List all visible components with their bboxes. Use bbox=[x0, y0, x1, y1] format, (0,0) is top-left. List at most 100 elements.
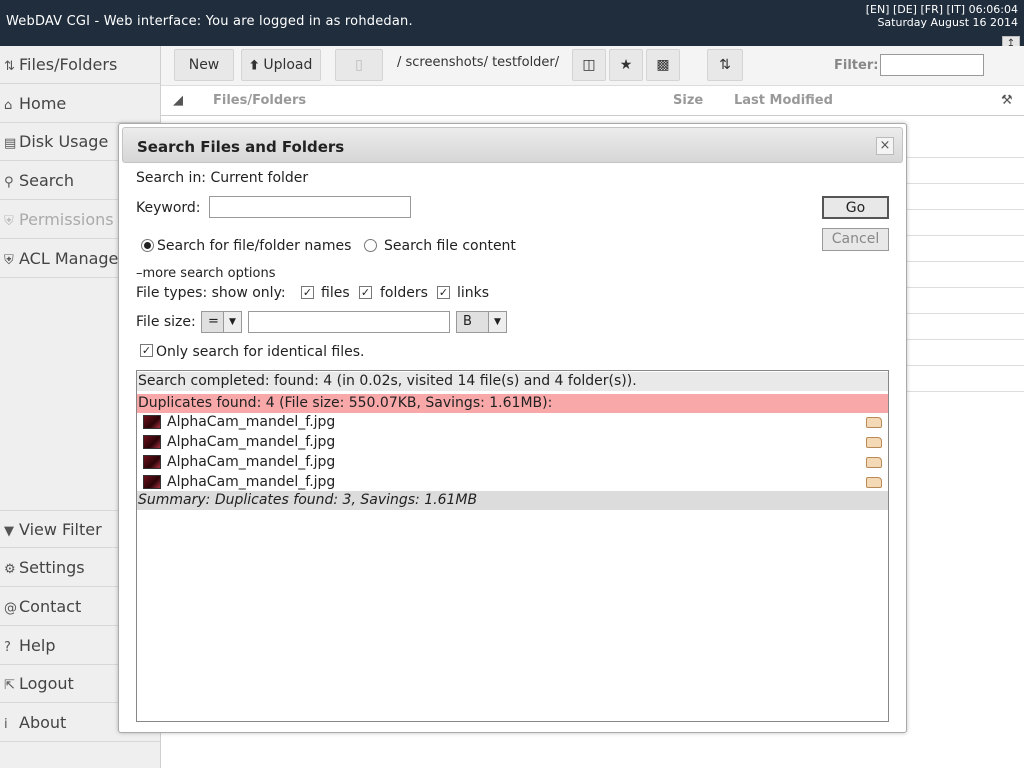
file-size-input[interactable] bbox=[248, 311, 450, 333]
search-in-label: Search in: Current folder bbox=[136, 170, 309, 186]
sidebar-item-label: Search bbox=[19, 171, 74, 190]
question-icon: ? bbox=[4, 640, 11, 655]
sidebar-item-label: Permissions bbox=[19, 210, 114, 229]
table-row-divider bbox=[906, 313, 1024, 314]
table-row-divider bbox=[906, 235, 1024, 236]
wrench-icon[interactable]: ⚒ bbox=[1001, 93, 1013, 108]
upload-button[interactable]: 🠭 Upload bbox=[241, 49, 321, 81]
sidebar-item-label: ACL Manager bbox=[19, 249, 125, 268]
sidebar-item-files-folders[interactable]: ⇅ Files/Folders bbox=[0, 46, 160, 84]
list-item[interactable]: AlphaCam_mandel_f.jpg bbox=[137, 453, 888, 472]
column-last-modified[interactable]: Last Modified bbox=[734, 93, 833, 108]
go-button[interactable]: Go bbox=[822, 196, 889, 219]
file-types-label: File types: show only: bbox=[136, 285, 286, 301]
file-name-link[interactable]: AlphaCam_mandel_f.jpg bbox=[167, 473, 335, 492]
info-icon: i bbox=[4, 717, 8, 732]
dialog-title: Search Files and Folders bbox=[137, 138, 345, 156]
column-size[interactable]: Size bbox=[673, 93, 703, 108]
table-row-divider bbox=[906, 209, 1024, 210]
star-icon: ★ bbox=[619, 57, 633, 73]
sidebar-item-label: View Filter bbox=[19, 520, 102, 539]
search-names-label[interactable]: Search for file/folder names bbox=[157, 238, 351, 254]
size-operator-select[interactable]: = ▼ bbox=[201, 311, 242, 333]
search-names-radio[interactable] bbox=[141, 239, 154, 252]
disk-usage-icon: ▤ bbox=[4, 136, 17, 151]
favorites-button[interactable]: ★ bbox=[609, 49, 643, 81]
folder-icon[interactable] bbox=[866, 417, 882, 428]
list-item[interactable]: AlphaCam_mandel_f.jpg bbox=[137, 473, 888, 492]
files-checkbox[interactable]: ✓ bbox=[301, 286, 314, 299]
bookmark-star-icon: ▩ bbox=[656, 57, 670, 73]
search-dialog: Search Files and Folders × Search in: Cu… bbox=[118, 123, 907, 733]
image-thumbnail bbox=[143, 435, 161, 449]
file-name-link[interactable]: AlphaCam_mandel_f.jpg bbox=[167, 433, 335, 452]
search-content-label[interactable]: Search file content bbox=[384, 238, 516, 254]
identical-files-label[interactable]: Only search for identical files. bbox=[156, 344, 365, 360]
cancel-button[interactable]: Cancel bbox=[822, 228, 889, 251]
list-item[interactable]: AlphaCam_mandel_f.jpg bbox=[137, 433, 888, 452]
filter-label: Filter: bbox=[834, 58, 879, 73]
duplicates-summary: Summary: Duplicates found: 3, Savings: 1… bbox=[137, 491, 888, 510]
filter-icon: ▼ bbox=[4, 524, 14, 539]
sort-icon: ⇅ bbox=[719, 57, 731, 73]
folder-icon[interactable] bbox=[866, 457, 882, 468]
clipboard-button[interactable]: ▯ bbox=[335, 49, 383, 81]
new-button[interactable]: New bbox=[174, 49, 234, 81]
table-row-divider bbox=[906, 287, 1024, 288]
links-checkbox[interactable]: ✓ bbox=[437, 286, 450, 299]
sidebar-item-label: Files/Folders bbox=[19, 55, 118, 74]
folder-icon[interactable] bbox=[866, 477, 882, 488]
search-results[interactable]: Search completed: found: 4 (in 0.02s, vi… bbox=[136, 370, 889, 722]
bookmark-folder-button[interactable]: ◫ bbox=[572, 49, 606, 81]
breadcrumb[interactable]: / screenshots/ testfolder/ bbox=[397, 55, 559, 70]
list-item[interactable]: AlphaCam_mandel_f.jpg bbox=[137, 413, 888, 432]
filter-input[interactable] bbox=[880, 54, 984, 76]
search-status: Search completed: found: 4 (in 0.02s, vi… bbox=[137, 372, 888, 391]
sidebar-item-label: Disk Usage bbox=[19, 132, 109, 151]
files-checkbox-label[interactable]: files bbox=[321, 285, 350, 301]
links-checkbox-label[interactable]: links bbox=[457, 285, 489, 301]
identical-files-checkbox[interactable]: ✓ bbox=[140, 344, 153, 357]
size-unit-select[interactable]: B ▼ bbox=[456, 311, 507, 333]
folders-checkbox[interactable]: ✓ bbox=[359, 286, 372, 299]
bookmark-add-button[interactable]: ▩ bbox=[646, 49, 680, 81]
shield-icon: ⛨ bbox=[4, 214, 14, 229]
dialog-titlebar[interactable]: Search Files and Folders × bbox=[122, 127, 903, 163]
more-search-options-toggle[interactable]: –more search options bbox=[136, 266, 276, 281]
file-name-link[interactable]: AlphaCam_mandel_f.jpg bbox=[167, 413, 335, 432]
close-button[interactable]: × bbox=[876, 137, 894, 155]
keyword-input[interactable] bbox=[209, 196, 411, 218]
more-options-label: more search options bbox=[142, 266, 276, 281]
file-name-link[interactable]: AlphaCam_mandel_f.jpg bbox=[167, 453, 335, 472]
image-thumbnail bbox=[143, 455, 161, 469]
column-files-folders[interactable]: Files/Folders bbox=[213, 93, 306, 108]
select-all-checkbox[interactable]: ◢ bbox=[173, 93, 183, 108]
search-content-radio[interactable] bbox=[364, 239, 377, 252]
folder-icon[interactable] bbox=[866, 437, 882, 448]
lang-en-link[interactable]: [EN] bbox=[866, 3, 890, 16]
table-row-divider bbox=[906, 183, 1024, 184]
sidebar-item-label: Home bbox=[19, 94, 67, 113]
sidebar-item-home[interactable]: ⌂ Home bbox=[0, 85, 160, 123]
sort-button[interactable]: ⇅ bbox=[707, 49, 743, 81]
sidebar-item-label: About bbox=[19, 713, 67, 732]
table-row-divider bbox=[906, 261, 1024, 262]
search-icon: ⚲ bbox=[4, 175, 14, 190]
logout-icon: ⇱ bbox=[4, 678, 15, 693]
sidebar-item-label: Logout bbox=[19, 674, 74, 693]
clipboard-icon: ▯ bbox=[355, 57, 363, 73]
sidebar-item-label: Help bbox=[19, 636, 56, 655]
file-size-label: File size: bbox=[136, 314, 196, 330]
home-icon: ⌂ bbox=[4, 98, 13, 113]
lang-fr-link[interactable]: [FR] bbox=[920, 3, 943, 16]
chevron-down-icon: ▼ bbox=[488, 312, 506, 332]
sidebar-item-label: Settings bbox=[19, 558, 85, 577]
shield-icon: ⛨ bbox=[4, 253, 14, 268]
upload-label: Upload bbox=[263, 57, 313, 73]
lang-it-link[interactable]: [IT] bbox=[947, 3, 966, 16]
toolbar: New 🠭 Upload ▯ / screenshots/ testfolder… bbox=[161, 46, 1024, 86]
lang-de-link[interactable]: [DE] bbox=[893, 3, 917, 16]
folders-checkbox-label[interactable]: folders bbox=[380, 285, 428, 301]
size-unit-value: B bbox=[463, 314, 472, 329]
file-table-header: ◢ Files/Folders Size Last Modified ⚒ bbox=[161, 86, 1024, 116]
